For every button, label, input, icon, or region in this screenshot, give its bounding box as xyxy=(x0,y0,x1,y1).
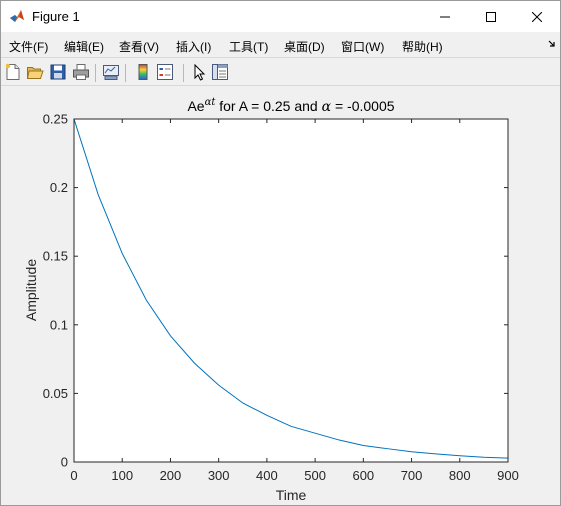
y-tick-label: 0.2 xyxy=(50,180,68,195)
menu-view[interactable]: 查看(V) xyxy=(119,38,159,55)
title-bar[interactable]: Figure 1 xyxy=(1,1,560,32)
x-tick-label: 700 xyxy=(401,468,423,483)
x-tick-label: 800 xyxy=(449,468,471,483)
title-part-a: Ae xyxy=(187,98,204,114)
x-tick-label: 0 xyxy=(70,468,77,483)
property-inspector-icon[interactable] xyxy=(211,63,229,81)
title-part-b: for A = 0.25 and xyxy=(215,98,321,114)
minimize-button[interactable] xyxy=(422,1,468,32)
window-title: Figure 1 xyxy=(32,9,80,24)
menu-bar: 文件(F) 编辑(E) 查看(V) 插入(I) 工具(T) 桌面(D) 窗口(W… xyxy=(1,32,560,57)
maximize-icon xyxy=(486,11,496,22)
figure-canvas: 0 100 200 300 400 500 600 700 800 900 0 0.05 0.1 0.15… xyxy=(1,86,560,505)
new-figure-icon[interactable] xyxy=(4,63,22,81)
matlab-logo-icon xyxy=(10,10,24,22)
menu-desktop[interactable]: 桌面(D) xyxy=(284,38,325,55)
menu-help[interactable]: 帮助(H) xyxy=(402,38,443,55)
menu-file[interactable]: 文件(F) xyxy=(9,38,48,55)
y-tick-label: 0.1 xyxy=(50,317,68,332)
print-icon[interactable] xyxy=(72,63,90,81)
close-icon xyxy=(532,11,542,22)
x-tick-label: 100 xyxy=(111,468,133,483)
menu-tools[interactable]: 工具(T) xyxy=(229,38,268,55)
toolbar-separator xyxy=(95,64,96,82)
x-tick-label: 200 xyxy=(160,468,182,483)
axes-background[interactable] xyxy=(74,119,508,462)
y-tick-label: 0.15 xyxy=(43,249,68,264)
link-plot-icon[interactable] xyxy=(102,63,120,81)
toolbar-separator xyxy=(183,64,184,82)
edit-plot-pointer-icon[interactable] xyxy=(190,63,208,81)
minimize-icon xyxy=(440,16,450,17)
figure-window: Figure 1 文件(F) 编辑(E) 查看(V) 插入(I) 工具(T) 桌… xyxy=(0,0,561,506)
menu-edit[interactable]: 编辑(E) xyxy=(64,38,104,55)
y-tick-label: 0.25 xyxy=(43,112,68,127)
toolbar-expand-icon[interactable] xyxy=(547,39,557,49)
maximize-button[interactable] xyxy=(468,1,514,32)
y-tick-label: 0 xyxy=(61,455,68,470)
x-tick-label: 500 xyxy=(304,468,326,483)
x-tick-label: 900 xyxy=(497,468,519,483)
insert-legend-icon[interactable] xyxy=(156,63,174,81)
y-tick-label: 0.05 xyxy=(43,386,68,401)
figure-toolbar xyxy=(1,57,560,86)
close-button[interactable] xyxy=(514,1,560,32)
y-axis-label: Amplitude xyxy=(23,259,39,321)
menu-window[interactable]: 窗口(W) xyxy=(341,38,384,55)
x-tick-label: 300 xyxy=(208,468,230,483)
toolbar-separator xyxy=(125,64,126,82)
open-file-icon[interactable] xyxy=(26,63,44,81)
x-axis-label: Time xyxy=(276,487,307,503)
plot-svg: 0 100 200 300 400 500 600 700 800 900 0 0.05 0.1 0.15… xyxy=(23,97,519,503)
title-part-c: = -0.0005 xyxy=(331,98,395,114)
x-tick-label: 400 xyxy=(256,468,278,483)
insert-colorbar-icon[interactable] xyxy=(134,63,152,81)
menu-insert[interactable]: 插入(I) xyxy=(176,38,211,55)
x-tick-label: 600 xyxy=(352,468,374,483)
save-icon[interactable] xyxy=(49,63,67,81)
plot-title: Aeαt for A = 0.25 and α = -0.0005 xyxy=(187,97,394,115)
